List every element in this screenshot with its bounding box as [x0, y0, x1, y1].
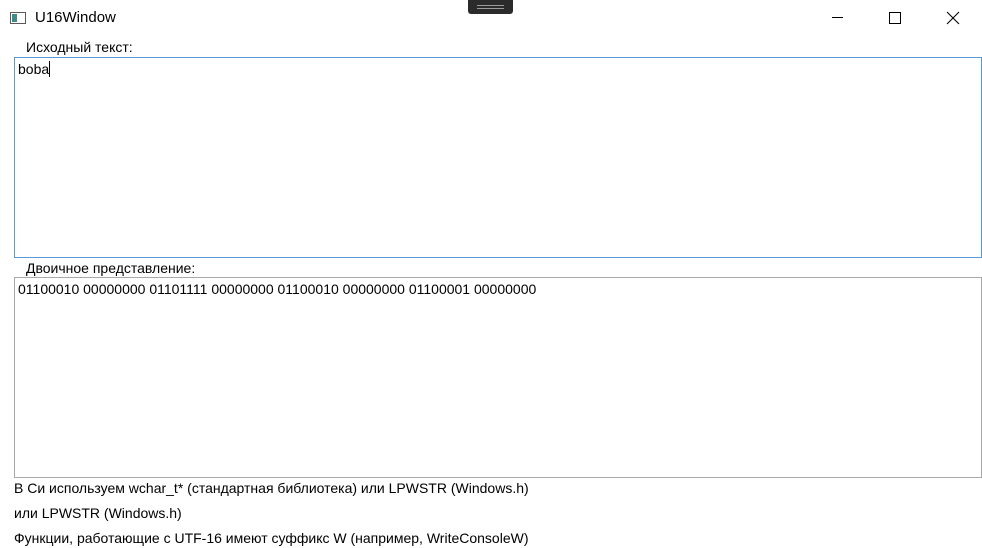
info-line-1: В Си используем wchar_t* (стандартная би… [14, 480, 529, 496]
source-text-value: boba [18, 61, 50, 77]
snap-layout-handle[interactable] [468, 0, 513, 14]
binary-output-value: 01100010 00000000 01101111 00000000 0110… [18, 281, 537, 297]
maximize-icon [889, 12, 901, 24]
source-text-label: Исходный текст: [26, 39, 133, 55]
binary-output-textbox[interactable]: 01100010 00000000 01101111 00000000 0110… [14, 277, 982, 478]
binary-label: Двоичное представление: [26, 260, 196, 276]
text-caret [49, 61, 51, 77]
app-window-icon [10, 11, 26, 24]
close-icon [946, 11, 960, 25]
app-window: U16Window Исходный текст: boba Двоичное … [0, 0, 982, 548]
info-line-2: или LPWSTR (Windows.h) [14, 505, 182, 521]
close-button[interactable] [924, 0, 982, 36]
maximize-button[interactable] [866, 0, 924, 36]
window-title: U16Window [35, 9, 116, 26]
title-bar[interactable]: U16Window [0, 0, 982, 36]
source-text-input[interactable]: boba [14, 57, 982, 258]
info-line-3: Функции, работающие с UTF-16 имеют суффи… [14, 530, 529, 546]
minimize-icon [832, 17, 843, 18]
minimize-button[interactable] [808, 0, 866, 36]
